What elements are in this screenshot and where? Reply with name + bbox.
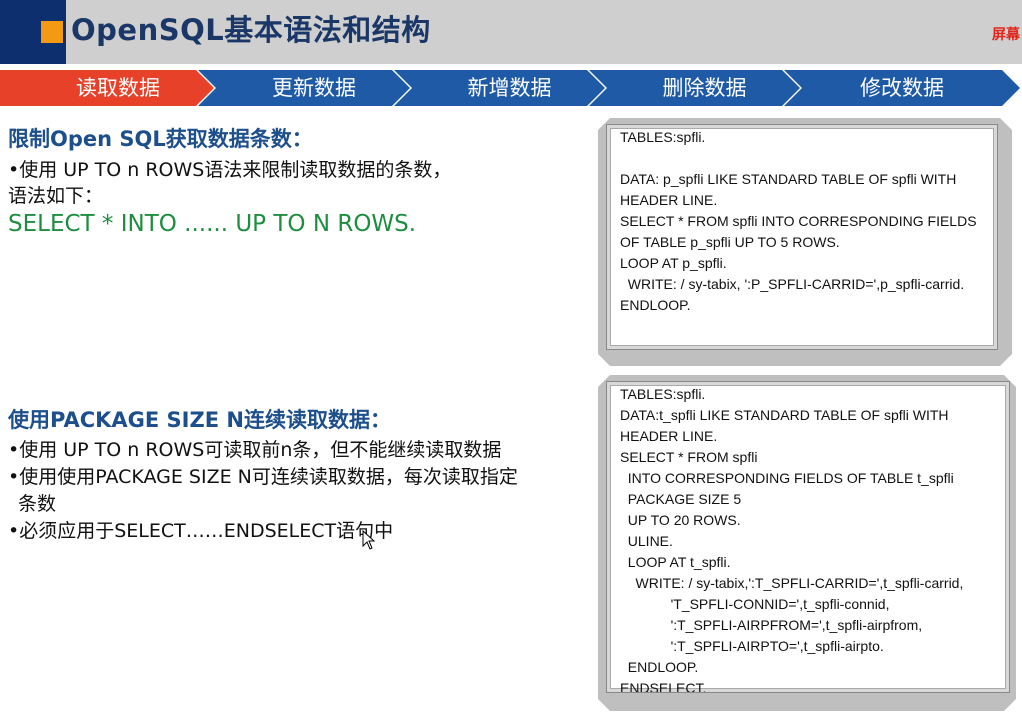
code-line: ULINE. xyxy=(620,533,673,549)
header-bar: OpenSQL基本语法和结构 屏幕 xyxy=(0,0,1022,64)
section2-line-4: •必须应用于SELECT……ENDSELECT语句中 xyxy=(8,520,394,542)
code-line: SELECT * FROM spfli INTO CORRESPONDING F… xyxy=(620,213,977,229)
screen-label: 屏幕 xyxy=(992,27,1020,43)
code-line: ENDLOOP. xyxy=(620,297,691,313)
header-orange-square xyxy=(41,21,63,43)
section1-line-1: •使用 UP TO n ROWS语法来限制读取数据的条数， xyxy=(8,159,452,181)
code-line: WRITE: / sy-tabix,':T_SPFLI-CARRID=',t_s… xyxy=(620,575,964,591)
code-line: ':T_SPFLI-AIRPTO=',t_spfli-airpto. xyxy=(620,638,884,654)
code-line: WRITE: / sy-tabix, ':P_SPFLI-CARRID=',p_… xyxy=(620,276,965,292)
code-line: TABLES:spfli. xyxy=(620,386,706,402)
nav-tab-update-data[interactable]: 更新数据 xyxy=(216,70,412,106)
code-line: TABLES:spfli. xyxy=(620,129,706,145)
code-line: DATA:t_spfli LIKE STANDARD TABLE OF spfl… xyxy=(620,407,949,423)
code-line: HEADER LINE. xyxy=(620,428,718,444)
code-line: OF TABLE p_spfli UP TO 5 ROWS. xyxy=(620,234,840,250)
code-line: PACKAGE SIZE 5 xyxy=(620,491,742,507)
code-line: LOOP AT t_spfli. xyxy=(620,554,731,570)
section2-title: 使用PACKAGE SIZE N连续读取数据： xyxy=(8,408,391,432)
section2-line-2: •使用使用PACKAGE SIZE N可连续读取数据，每次读取指定 xyxy=(8,466,518,488)
code-line: ENDSELECT. xyxy=(620,680,707,693)
codebox2: TABLES:spfli. DATA:t_spfli LIKE STANDARD … xyxy=(606,381,1010,693)
nav-chevron-bar: 读取数据 更新数据 新增数据 删除数据 修改数据 xyxy=(0,70,1022,106)
mouse-cursor-icon xyxy=(362,530,376,550)
nav-tab-delete-data[interactable]: 删除数据 xyxy=(607,70,802,106)
code-line: 'T_SPFLI-CONNID=',t_spfli-connid, xyxy=(620,596,890,612)
code-line: HEADER LINE. xyxy=(620,192,718,208)
nav-tab-read-data[interactable]: 读取数据 xyxy=(20,70,216,106)
section1-syntax: SELECT * INTO ...... UP TO N ROWS. xyxy=(8,211,417,237)
section1-title: 限制Open SQL获取数据条数： xyxy=(8,127,313,151)
section2-line-3: 条数 xyxy=(18,493,57,515)
code-line: SELECT * FROM spfli xyxy=(620,449,758,465)
nav-tab-modify-data[interactable]: 修改数据 xyxy=(802,70,1002,106)
code-line: ENDLOOP. xyxy=(620,659,699,675)
section2-line-1: •使用 UP TO n ROWS可读取前n条，但不能继续读取数据 xyxy=(8,439,502,461)
code-line: ':T_SPFLI-AIRPFROM=',t_spfli-airpfrom, xyxy=(620,617,923,633)
codebox1: TABLES:spfli. DATA: p_spfli LIKE STANDARD… xyxy=(606,124,998,350)
page-title: OpenSQL基本语法和结构 xyxy=(71,13,431,47)
code-line: LOOP AT p_spfli. xyxy=(620,255,727,271)
nav-tab-insert-data[interactable]: 新增数据 xyxy=(412,70,607,106)
code-line: INTO CORRESPONDING FIELDS OF TABLE t_spf… xyxy=(620,470,954,486)
section1-line-2: 语法如下： xyxy=(8,185,104,207)
code-line: DATA: p_spfli LIKE STANDARD TABLE OF spf… xyxy=(620,171,957,187)
code-line: UP TO 20 ROWS. xyxy=(620,512,741,528)
